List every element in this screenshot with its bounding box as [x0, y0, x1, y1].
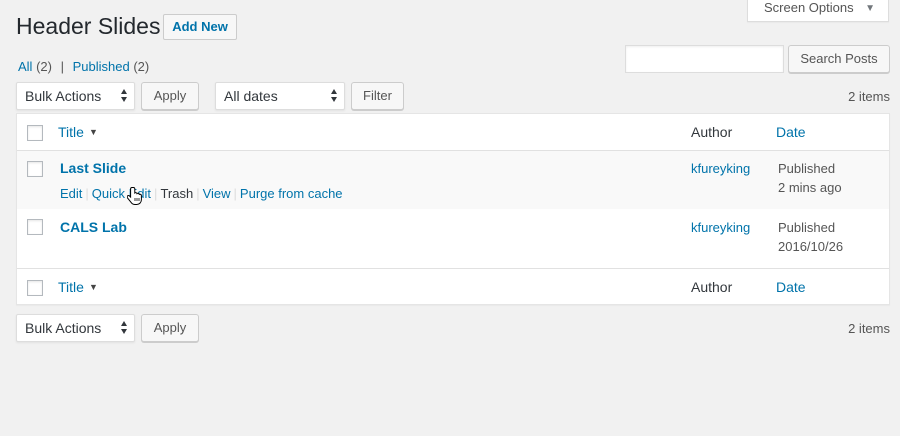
apply-button-bottom[interactable]: Apply	[141, 314, 199, 342]
post-title-link[interactable]: Last Slide	[60, 160, 126, 176]
table-header: Title ▼ Author Date	[17, 114, 889, 151]
posts-table: Title ▼ Author Date Last Slide Edit | Quick…	[16, 113, 890, 305]
purge-cache-link[interactable]: Purge from cache	[240, 186, 343, 201]
select-arrows-icon	[121, 89, 128, 103]
column-author-header: Author	[691, 124, 733, 140]
action-separator: |	[154, 186, 158, 201]
filter-published-count: (2)	[133, 59, 150, 74]
bulk-actions-select-top[interactable]: Bulk Actions	[16, 82, 135, 110]
column-author-header: Author	[691, 279, 733, 295]
caret-down-icon: ▼	[865, 3, 875, 14]
action-separator: |	[85, 186, 89, 201]
trash-link[interactable]: Trash	[160, 186, 193, 201]
post-status: Published	[778, 220, 836, 235]
items-count-bottom: 2 items	[848, 321, 890, 336]
post-date: 2 mins ago	[778, 180, 842, 195]
column-title-header[interactable]: Title ▼	[58, 124, 98, 140]
column-title-label: Title	[58, 279, 84, 295]
screen-options-label: Screen Options	[764, 0, 854, 15]
select-all-checkbox[interactable]	[27, 125, 43, 141]
author-link[interactable]: kfureyking	[691, 220, 750, 235]
caret-down-icon: ▼	[88, 282, 98, 292]
screen-options-button[interactable]: Screen Options ▼	[747, 0, 889, 22]
filter-separator: |	[60, 59, 64, 74]
author-link[interactable]: kfureyking	[691, 161, 750, 176]
hand-pointer-icon	[127, 187, 142, 205]
bulk-actions-value: Bulk Actions	[25, 320, 102, 336]
action-separator: |	[233, 186, 237, 201]
row-actions: Edit | Quick Edit | Trash | View | Purge from ca…	[60, 186, 343, 201]
row-checkbox[interactable]	[27, 161, 43, 177]
filter-all-count: (2)	[36, 59, 52, 74]
post-status: Published	[778, 161, 836, 176]
bulk-actions-select-bottom[interactable]: Bulk Actions	[16, 314, 135, 342]
apply-button-top[interactable]: Apply	[141, 82, 199, 110]
date-cell: Published 2016/10/26	[778, 218, 843, 256]
date-cell: Published 2 mins ago	[778, 159, 842, 197]
action-separator: |	[196, 186, 200, 201]
items-count-top: 2 items	[848, 89, 890, 104]
table-row: Last Slide Edit | Quick Edit | Trash | View | Pu…	[17, 151, 889, 209]
bulk-actions-value: Bulk Actions	[25, 88, 102, 104]
table-footer: Title ▼ Author Date	[17, 268, 889, 305]
view-link[interactable]: View	[203, 186, 231, 201]
column-title-header[interactable]: Title ▼	[58, 279, 98, 295]
dates-value: All dates	[224, 88, 278, 104]
select-all-checkbox[interactable]	[27, 280, 43, 296]
dates-select[interactable]: All dates	[215, 82, 345, 110]
filter-all-link[interactable]: All	[18, 59, 32, 74]
select-arrows-icon	[121, 321, 128, 335]
post-title-link[interactable]: CALS Lab	[60, 219, 127, 235]
column-date-header[interactable]: Date	[776, 124, 806, 140]
table-row: CALS Lab kfureyking Published 2016/10/26	[17, 209, 889, 268]
caret-down-icon: ▼	[88, 127, 98, 137]
add-new-button[interactable]: Add New	[163, 14, 237, 40]
post-date: 2016/10/26	[778, 239, 844, 254]
column-title-label: Title	[58, 124, 84, 140]
search-input[interactable]	[625, 45, 784, 73]
page-title: Header Slides	[16, 13, 161, 39]
filter-published-link[interactable]: Published	[73, 59, 130, 74]
edit-link[interactable]: Edit	[60, 186, 82, 201]
column-date-header[interactable]: Date	[776, 279, 806, 295]
row-checbox[interactable]	[27, 219, 43, 235]
status-filters: All (2) | Published (2)	[18, 59, 149, 74]
filter-button[interactable]: Filter	[351, 82, 404, 110]
search-posts-button[interactable]: Search Posts	[788, 45, 890, 73]
select-arrows-icon	[331, 89, 338, 103]
